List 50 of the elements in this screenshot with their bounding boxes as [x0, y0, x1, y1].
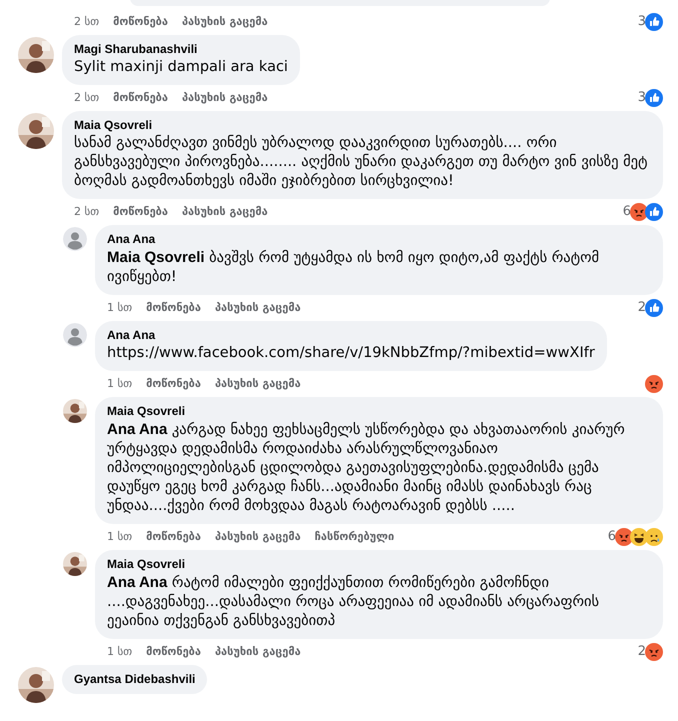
action-link[interactable]: მოწონება	[146, 530, 201, 543]
action-link[interactable]: მოწონება	[146, 377, 201, 390]
timestamp[interactable]: 2 სთ	[74, 15, 100, 28]
comment-text: Ana Ana კარგად ნახეე ფეხსაცმელს უსწორებდა და ახვათააორის კიარურ ურტყავდა დედამისმა როდაიძახა არასრულწლოვანიაო იმპოლიციელებისგან ცდილობდა გაეთავისუფლებინა.დედამისმა ცემა დაუწყო ეგეც ხომ კარგად ჩანს...ადამიანი მაინც იმასს დაინახავს რაც უნდაა....ქვები რომ მოხვდაა მაგას რატოარავინ დებსს .....	[107, 420, 626, 516]
reaction-count[interactable]: 2	[638, 300, 646, 315]
like-icon	[645, 12, 663, 30]
like-icon	[645, 202, 663, 220]
action-link[interactable]: პასუხის გაცემა	[182, 91, 268, 104]
timestamp[interactable]: 1 სთ	[107, 645, 132, 658]
timestamp[interactable]: 1 სთ	[107, 301, 132, 314]
author-name[interactable]: Ana Ana	[107, 328, 595, 342]
author-name[interactable]: Maia Qsovreli	[107, 404, 651, 418]
reaction-count[interactable]: 3	[638, 14, 646, 29]
author-name[interactable]: Ana Ana	[107, 232, 651, 246]
comment-text: სანამ გალანძღავთ ვინმეს უბრალოდ დააკვირდით სურათებს.... ორი განსხვავებული პიროვნება........ აღქმის უნარი დაკარგეთ თუ მარტო ვინ ვისზე მეტ ბოღმას გადმოანთხევს იმაში ეჯიბრებით სირცხვილია!	[74, 134, 649, 191]
action-link[interactable]: პასუხის გაცემა	[214, 530, 301, 543]
timestamp[interactable]: 2 სთ	[74, 205, 100, 218]
edited-label: ჩასწორებული	[314, 530, 394, 543]
angry-emoji-icon	[645, 642, 663, 660]
action-link[interactable]: პასუხის გაცემა	[182, 15, 268, 28]
action-link[interactable]: პასუხის გაცემა	[214, 377, 301, 390]
reaction-count[interactable]: 6	[622, 204, 631, 219]
action-link[interactable]: მოწონება	[113, 205, 168, 218]
comment-text: Ana Ana რატომ იმალები ფეიქქაუნთით რომიწერები გამოჩნდი ....დაგვენახეე...დასამალი როცა არაფეეიაა იმ ადამიანს არცარაფრის ეეაინია თქვენგან განსხვავებითპ	[107, 573, 600, 631]
sad-emoji-icon	[645, 528, 663, 546]
action-link[interactable]: პასუხის გაცემა	[214, 301, 301, 314]
comment-text: https://www.facebook.com/share/v/19kNbbZfmp/?mibextid=wwXIfr	[107, 344, 595, 363]
author-name[interactable]: Gyantsa Didebashvili	[74, 672, 196, 686]
angry-emoji-icon	[645, 374, 663, 392]
action-link[interactable]: მოწონება	[113, 15, 168, 28]
default-avatar-icon[interactable]	[63, 227, 87, 251]
author-name[interactable]: Maia Qsovreli	[107, 557, 651, 571]
reaction-count[interactable]: 3	[638, 90, 646, 105]
action-link[interactable]: მოწონება	[146, 301, 201, 314]
action-link[interactable]: მოწონება	[113, 91, 168, 104]
reaction-count[interactable]: 2	[638, 644, 646, 659]
comment-text: Sylit maxinji dampali ara kaci	[74, 58, 288, 77]
author-name[interactable]: Maia Qsovreli	[74, 118, 651, 132]
like-icon	[645, 298, 663, 316]
action-link[interactable]: პასუხის გაცემა	[182, 205, 268, 218]
action-link[interactable]: მოწონება	[146, 645, 201, 658]
timestamp[interactable]: 1 სთ	[107, 530, 132, 543]
default-avatar-icon[interactable]	[63, 323, 87, 347]
timestamp[interactable]: 1 სთ	[107, 377, 132, 390]
like-icon	[645, 88, 663, 106]
action-link[interactable]: პასუხის გაცემა	[214, 645, 301, 658]
author-name[interactable]: Magi Sharubanashvili	[74, 42, 288, 56]
comment-text: Maia Qsovreli ბავშვს რომ უტყამდა ის ხომ იყო დიტო,ამ ფაქტს რატომ ივიწყებთ!	[107, 248, 600, 287]
timestamp[interactable]: 2 სთ	[74, 91, 100, 104]
reaction-count[interactable]: 6	[608, 529, 616, 544]
